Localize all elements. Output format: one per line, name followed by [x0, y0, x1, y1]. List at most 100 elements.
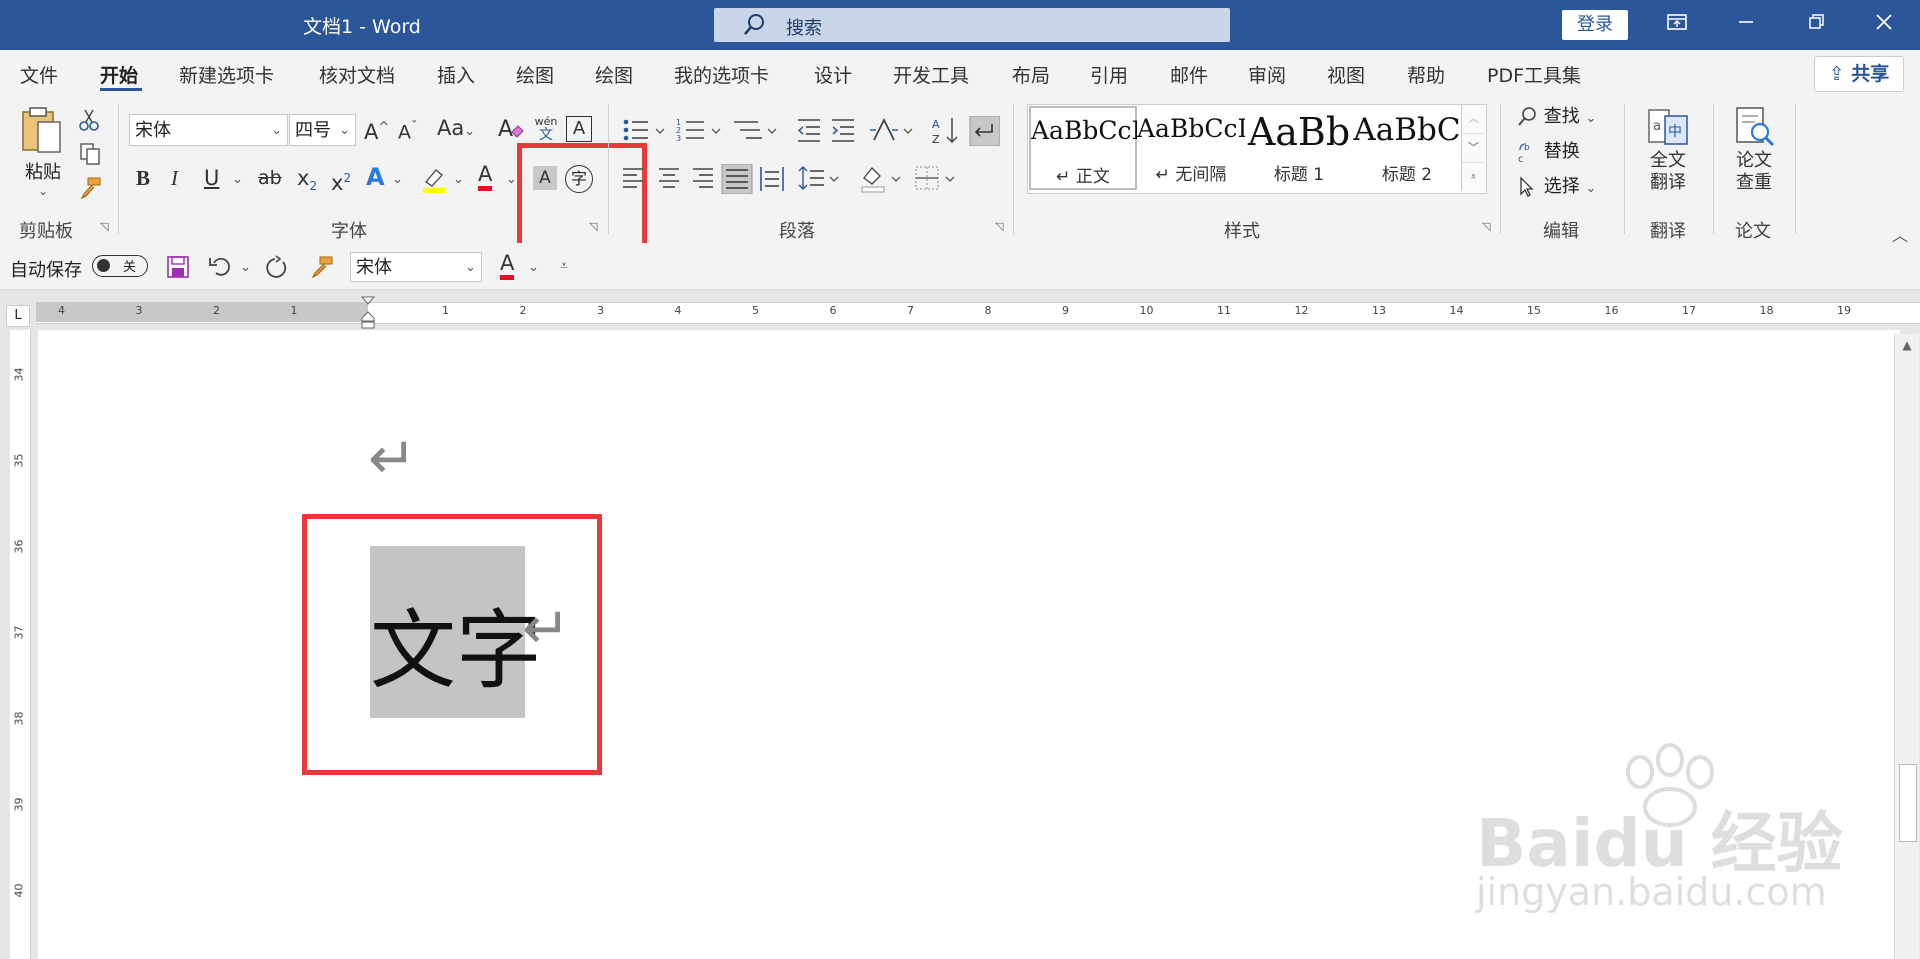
chinese-layout-icon[interactable] [870, 117, 913, 141]
tab-new[interactable]: 新建选项卡 [179, 61, 274, 88]
tab-home[interactable]: 开始 [100, 61, 138, 88]
search-box[interactable]: 搜索 [714, 8, 1230, 42]
restore-ribbon-icon[interactable] [1655, 8, 1699, 42]
tab-stop-selector[interactable]: L [6, 305, 30, 327]
tab-view[interactable]: 视图 [1327, 61, 1365, 88]
tab-my-tab[interactable]: 我的选项卡 [674, 61, 769, 88]
chevron-down-icon[interactable]: ⌄ [240, 260, 251, 275]
undo-icon[interactable] [208, 255, 234, 283]
tab-help[interactable]: 帮助 [1407, 61, 1445, 88]
save-icon[interactable] [166, 255, 190, 283]
paragraph-launcher-icon[interactable]: ◹ [995, 220, 1008, 233]
login-button[interactable]: 登录 [1562, 10, 1628, 40]
find-button[interactable]: 查找 ⌄ [1516, 102, 1596, 128]
style-heading-1[interactable]: AaBb 标题 1 [1245, 106, 1353, 190]
maximize-icon[interactable] [1794, 8, 1838, 42]
chevron-down-icon[interactable]: ⌄ [232, 172, 243, 187]
increase-indent-icon[interactable] [832, 119, 854, 142]
distributed-icon[interactable] [760, 167, 784, 191]
redo-icon[interactable] [264, 255, 290, 285]
svg-text:c: c [1518, 154, 1524, 163]
paste-button[interactable]: 粘贴 ⌄ [18, 104, 68, 204]
share-button[interactable]: ⇪ 共享 [1814, 56, 1904, 92]
format-painter-icon[interactable] [78, 176, 102, 207]
full-translate-button[interactable]: a中 全文 翻译 [1638, 104, 1698, 194]
multilevel-list-icon[interactable] [734, 121, 777, 139]
phonetic-guide-button[interactable]: wén 文 [533, 114, 559, 143]
document-text[interactable]: 文字 [370, 580, 542, 705]
tab-review[interactable]: 审阅 [1248, 61, 1286, 88]
line-spacing-icon[interactable] [798, 166, 839, 190]
copy-icon[interactable] [78, 142, 102, 173]
font-size-combo[interactable]: 四号 ⌄ [289, 114, 356, 146]
qat-font-combo[interactable]: 宋体 ⌄ [350, 252, 482, 282]
scroll-thumb[interactable] [1899, 764, 1917, 842]
tab-mailings[interactable]: 邮件 [1170, 61, 1208, 88]
scroll-down-icon[interactable]: ﹀ [1462, 133, 1485, 162]
align-left-icon[interactable] [623, 168, 643, 188]
style-no-spacing[interactable]: AaBbCcI ↵ 无间隔 [1137, 106, 1247, 190]
paper-check-button[interactable]: 论文 查重 [1724, 104, 1784, 194]
format-painter-icon[interactable] [308, 255, 334, 283]
font-launcher-icon[interactable]: ◹ [589, 220, 602, 233]
replace-button[interactable]: bc 替换 [1516, 137, 1580, 165]
tab-file[interactable]: 文件 [20, 61, 58, 88]
autosave-toggle[interactable]: 关 [92, 255, 148, 277]
tab-developer[interactable]: 开发工具 [893, 61, 969, 88]
tab-pdf-tools[interactable]: PDF工具集 [1487, 61, 1581, 88]
cut-icon[interactable] [78, 108, 100, 139]
justify-icon[interactable] [721, 163, 753, 195]
decrease-indent-icon[interactable] [797, 119, 820, 142]
numbering-icon[interactable]: 123 [676, 118, 721, 143]
close-icon[interactable] [1862, 8, 1906, 42]
customize-qat-icon[interactable]: ⩡ [560, 258, 568, 274]
style-heading-2[interactable]: AaBbC 标题 2 [1353, 106, 1461, 190]
superscript-button[interactable]: x2 [331, 164, 351, 197]
chevron-down-icon[interactable]: ⌄ [392, 172, 403, 187]
paper-label-line2: 查重 [1736, 172, 1772, 193]
style-normal[interactable]: AaBbCcI ↵ 正文 [1029, 106, 1141, 190]
qat-font-color-button[interactable]: A [500, 251, 515, 280]
bullets-icon[interactable] [623, 119, 665, 141]
font-color-button[interactable]: A [478, 162, 493, 191]
tab-insert[interactable]: 插入 [437, 61, 475, 88]
tab-layout[interactable]: 布局 [1012, 61, 1050, 88]
minimize-icon[interactable] [1724, 8, 1768, 42]
highlighter-icon[interactable] [420, 166, 448, 198]
text-effects-button[interactable]: A [366, 163, 385, 191]
character-border-button[interactable]: A [566, 116, 592, 142]
grow-font-button[interactable]: A^ [364, 114, 389, 146]
scroll-up-icon[interactable]: ︿ [1462, 105, 1485, 133]
change-case-button[interactable]: Aa⌄ [437, 114, 475, 146]
chevron-down-icon[interactable]: ⌄ [506, 172, 517, 187]
italic-button[interactable]: I [171, 164, 178, 192]
sort-icon[interactable]: AZ [932, 118, 958, 146]
scroll-up-icon[interactable]: ▲ [1895, 334, 1919, 356]
chevron-down-icon[interactable]: ⌄ [528, 260, 539, 275]
tab-references[interactable]: 引用 [1090, 61, 1128, 88]
ruler-number: 4 [674, 304, 682, 317]
shading-icon[interactable] [861, 167, 901, 193]
bold-button[interactable]: B [136, 164, 150, 192]
tab-design[interactable]: 设计 [814, 61, 852, 88]
indent-marker-icon[interactable] [360, 296, 376, 330]
clipboard-launcher-icon[interactable]: ◹ [100, 220, 113, 233]
align-right-icon[interactable] [693, 168, 713, 188]
underline-button[interactable]: U [204, 164, 219, 192]
borders-icon[interactable] [915, 166, 955, 190]
grow-font-glyph: A [364, 120, 379, 144]
select-button[interactable]: 选择 ⌄ [1516, 172, 1596, 198]
tab-check-doc[interactable]: 核对文档 [319, 61, 395, 88]
expand-gallery-icon[interactable]: ⩡ [1462, 162, 1485, 191]
chevron-down-icon[interactable]: ⌄ [453, 172, 464, 187]
tab-draw-1[interactable]: 绘图 [516, 61, 554, 88]
shrink-font-button[interactable]: Aˇ [398, 114, 418, 146]
tab-draw-2[interactable]: 绘图 [595, 61, 633, 88]
font-name-combo[interactable]: 宋体 ⌄ [129, 114, 288, 146]
strikethrough-button[interactable]: ab [258, 164, 282, 192]
vertical-scrollbar[interactable]: ▲ [1894, 334, 1919, 959]
show-marks-icon[interactable] [969, 115, 1001, 147]
styles-launcher-icon[interactable]: ◹ [1482, 220, 1495, 233]
align-center-icon[interactable] [659, 168, 679, 188]
subscript-button[interactable]: x2 [297, 164, 317, 200]
